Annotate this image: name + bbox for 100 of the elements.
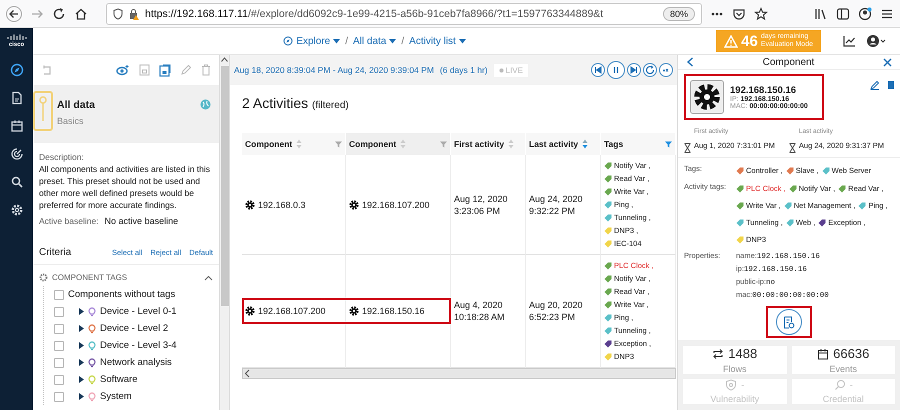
column-header[interactable]: Tags xyxy=(601,133,676,155)
search-icon[interactable] xyxy=(10,175,24,189)
days-count: 46 xyxy=(741,32,758,50)
scrollbar[interactable] xyxy=(219,55,229,410)
preset-title: All data xyxy=(57,99,96,111)
warning-icon xyxy=(724,34,738,48)
tag-icon xyxy=(784,202,792,210)
breadcrumb[interactable]: Activity list xyxy=(409,36,466,46)
scroll-left-icon xyxy=(243,369,252,378)
baseline-value: No active baseline xyxy=(104,215,178,227)
reload-icon[interactable] xyxy=(52,6,66,20)
checkbox[interactable] xyxy=(54,290,64,300)
checkbox[interactable] xyxy=(54,340,64,350)
expand-arrow-icon[interactable] xyxy=(78,325,84,332)
column-header[interactable]: First activity xyxy=(451,133,526,155)
checkbox[interactable] xyxy=(54,306,64,316)
tag-icon xyxy=(736,218,744,226)
time-range[interactable]: Aug 18, 2020 8:39:04 PM - Aug 24, 2020 9:39:04 PM xyxy=(234,65,434,75)
gear-icon xyxy=(245,306,255,316)
tree-item[interactable]: Software xyxy=(100,374,138,385)
stat-card[interactable]: 1488 Flows xyxy=(683,346,786,374)
table-cell-text: Aug 24, 2020 9:32:22 PM xyxy=(529,192,584,216)
report-button[interactable] xyxy=(776,309,802,335)
tree-item[interactable]: Device - Level 0-1 xyxy=(100,306,177,317)
preset-subtitle: Basics xyxy=(57,116,85,126)
column-header[interactable]: Last activity xyxy=(526,133,601,155)
refresh-button[interactable] xyxy=(643,63,657,77)
globe-icon xyxy=(200,99,211,110)
gear-icon xyxy=(39,273,48,282)
breadcrumb[interactable]: All data xyxy=(353,36,396,46)
checkbox[interactable] xyxy=(54,392,64,402)
back-icon[interactable] xyxy=(6,6,22,22)
collapse-icon[interactable] xyxy=(204,274,213,280)
zoom-level[interactable]: 80% xyxy=(662,6,695,20)
table-cell: 192.168.107.200 xyxy=(362,198,430,210)
expand-arrow-icon[interactable] xyxy=(78,393,84,400)
preset-card[interactable]: All data Basics xyxy=(33,85,219,143)
home-icon[interactable] xyxy=(74,6,88,20)
gear-icon xyxy=(349,306,359,316)
activities-title: 2 Activities (filtered) xyxy=(242,95,349,111)
table-cell: 192.168.0.3 xyxy=(258,198,306,210)
star-icon[interactable] xyxy=(754,6,768,20)
back-icon[interactable] xyxy=(686,57,694,67)
edit-icon[interactable] xyxy=(870,80,880,90)
breadcrumb[interactable]: Explore xyxy=(283,36,340,46)
chart-icon[interactable] xyxy=(843,35,856,47)
next-button[interactable] xyxy=(627,63,641,77)
tag-icon xyxy=(788,184,797,192)
arrows-icon xyxy=(712,348,724,360)
shield-icon xyxy=(113,8,123,20)
address-bar[interactable]: https://192.168.117.11/#/explore/dd6092c9-1e99-4215-a56b-91ceb7fa8966/?t1=1597763344889&t 80% xyxy=(106,2,702,24)
report-icon[interactable] xyxy=(10,91,24,105)
tag-icon xyxy=(858,202,866,210)
expand-arrow-icon[interactable] xyxy=(78,308,84,315)
report-icon xyxy=(783,316,795,328)
account-icon[interactable] xyxy=(858,6,872,20)
scrollbar[interactable] xyxy=(242,368,676,379)
explore-icon[interactable] xyxy=(10,63,24,77)
checkbox[interactable] xyxy=(54,374,64,384)
tree-item[interactable]: Device - Level 2 xyxy=(100,323,168,334)
tag-icon xyxy=(736,184,744,192)
tree-item[interactable]: Components without tags xyxy=(68,289,176,300)
tree-item[interactable]: System xyxy=(100,391,132,402)
expand-arrow-icon[interactable] xyxy=(78,359,84,366)
close-icon[interactable] xyxy=(883,58,892,66)
checkbox[interactable] xyxy=(54,324,64,334)
view-add-icon[interactable] xyxy=(116,64,130,76)
dot-icon xyxy=(498,68,504,72)
speed-button[interactable] xyxy=(659,63,673,77)
pocket-icon[interactable] xyxy=(732,6,746,20)
caret-icon xyxy=(389,38,396,44)
tree-item[interactable]: Network analysis xyxy=(100,357,172,368)
baseline-label: Active baseline: xyxy=(39,215,99,227)
component-name: 192.168.150.16 xyxy=(730,84,798,96)
tree-item[interactable]: Device - Level 3-4 xyxy=(100,340,177,351)
checkbox[interactable] xyxy=(54,358,64,368)
sidebar-icon[interactable] xyxy=(836,6,850,20)
filter-icon[interactable] xyxy=(665,140,672,148)
save-as-icon[interactable] xyxy=(159,64,171,76)
previous-button[interactable] xyxy=(591,63,605,77)
hourglass-icon xyxy=(684,143,691,153)
expand-arrow-icon[interactable] xyxy=(78,342,84,349)
radar-icon[interactable] xyxy=(10,147,24,161)
section-title: COMPONENT TAGS xyxy=(52,273,128,282)
separator: / xyxy=(345,36,348,46)
library-icon[interactable] xyxy=(814,6,828,20)
description-text: All components and activities are listed in this preset. This preset should not be used and other more well defined presets would be preferred for more accurate findings. xyxy=(39,163,212,211)
table-cell-text: Aug 20, 2020 6:52:23 PM xyxy=(529,299,584,323)
user-icon[interactable] xyxy=(866,34,886,48)
stat-card[interactable]: 66636 Events xyxy=(792,346,895,374)
pause-button[interactable] xyxy=(607,61,625,79)
calendar-icon[interactable] xyxy=(10,119,24,133)
search-icon xyxy=(834,379,846,391)
tag-icon xyxy=(786,166,794,174)
tag-icon xyxy=(786,218,794,226)
sort-icon[interactable] xyxy=(582,139,588,149)
archive-icon[interactable] xyxy=(888,80,894,90)
settings-icon[interactable] xyxy=(10,203,24,217)
expand-arrow-icon[interactable] xyxy=(78,376,84,383)
caret-icon xyxy=(333,38,340,44)
